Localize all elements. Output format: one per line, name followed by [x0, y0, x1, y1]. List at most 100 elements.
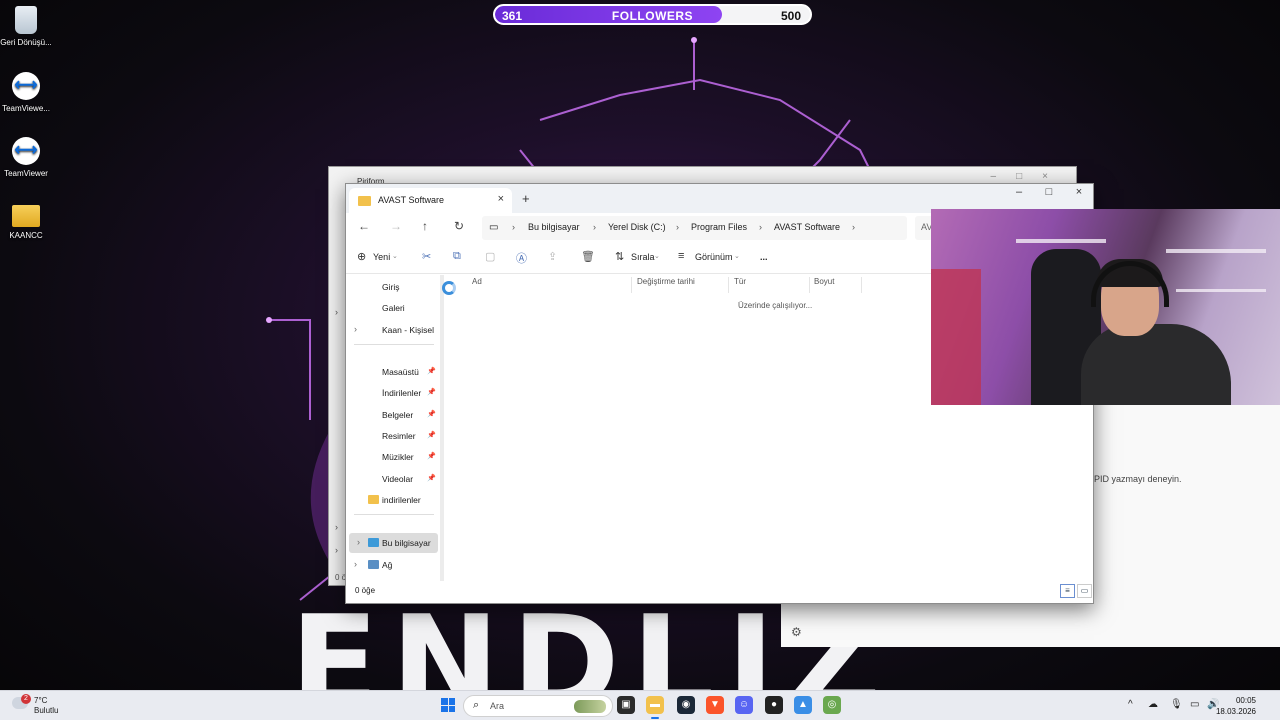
sort-button[interactable]: Sırala — [631, 252, 655, 262]
paste-icon[interactable]: ▢ — [485, 250, 495, 263]
sidebar-item-documents[interactable]: Belgeler 📌 — [346, 405, 438, 425]
clock[interactable]: 00:05 18.03.2026 — [1216, 695, 1256, 717]
close-tab-icon[interactable]: × — [498, 193, 504, 205]
chevron-up-icon[interactable]: ^ — [1128, 699, 1133, 710]
folder-icon — [368, 495, 379, 504]
followers-goal-bar: FOLLOWERS 361 500 — [493, 4, 812, 25]
cut-icon[interactable]: ✂ — [422, 250, 431, 263]
share-icon[interactable]: ⇪ — [548, 250, 557, 263]
copy-icon[interactable]: ⧉ — [453, 250, 461, 263]
chevron-right-icon: › — [335, 307, 338, 317]
desktop-icon-teamviewer-shortcut[interactable]: TeamViewe... — [0, 72, 52, 114]
chevron-right-icon: › — [852, 222, 855, 232]
back-arrow-icon[interactable]: ← — [358, 219, 370, 233]
shelf — [1176, 289, 1266, 292]
chevron-right-icon: › — [335, 545, 338, 555]
sidebar-item-pictures[interactable]: Resimler 📌 — [346, 426, 438, 446]
sidebar-item-indirilenler-folder[interactable]: indirilenler — [346, 490, 438, 510]
monitor-icon[interactable]: ▭ — [1190, 699, 1199, 710]
sidebar-item-onedrive[interactable]: › Kaan - Kişisel — [346, 320, 438, 340]
photos-icon[interactable]: ▲ — [794, 696, 812, 714]
chevron-right-icon[interactable]: › — [354, 324, 357, 334]
sidebar-item-label: İndirilenler — [382, 388, 422, 398]
more-options-button[interactable]: ... — [760, 252, 768, 262]
onedrive-cloud-icon[interactable]: ☁ — [1148, 699, 1158, 710]
tab-avast-software[interactable]: AVAST Software × — [349, 188, 512, 213]
up-arrow-icon[interactable]: ↑ — [422, 219, 428, 233]
breadcrumb-item[interactable]: AVAST Software — [774, 222, 840, 232]
details-view-button[interactable]: ≡ — [1060, 584, 1075, 598]
sidebar-item-home[interactable]: Giriş — [346, 277, 438, 297]
desktop-icon-label: TeamViewer — [4, 169, 48, 178]
tiles-view-button[interactable]: ▭ — [1077, 584, 1092, 598]
desktop-icon-label: KAANCC — [9, 231, 43, 240]
webcam-overlay — [931, 209, 1280, 405]
desktop-icon-label: TeamViewe... — [2, 104, 50, 113]
sort-icon: ⇅ — [615, 251, 625, 263]
microphone-icon[interactable]: 🎙 — [1170, 699, 1183, 710]
sidebar-item-label: Müzikler — [382, 452, 414, 462]
gear-icon[interactable]: ⚙ — [791, 625, 802, 639]
sidebar-item-network[interactable]: › Ağ — [346, 555, 438, 575]
pin-icon: 📌 — [427, 389, 436, 396]
browser-icon[interactable]: ◎ — [823, 696, 841, 714]
sidebar-item-label: Giriş — [382, 282, 400, 292]
chevron-right-icon: › — [512, 222, 515, 232]
sidebar-item-label: Galeri — [382, 303, 405, 313]
task-view-icon[interactable]: ▣ — [617, 696, 635, 714]
teamviewer-icon — [12, 72, 40, 100]
sidebar-item-music[interactable]: Müzikler 📌 — [346, 447, 438, 467]
new-tab-button[interactable]: + — [522, 191, 530, 206]
desktop-icon-kaancc[interactable]: KAANCC — [0, 202, 52, 241]
sidebar-item-this-pc[interactable]: › Bu bilgisayar — [349, 533, 438, 553]
pin-icon: 📌 — [427, 411, 436, 418]
sidebar-item-downloads[interactable]: İndirilenler 📌 — [346, 383, 438, 403]
desktop-icon-recycle-bin[interactable]: Geri Dönüşü... — [0, 6, 52, 48]
streamer-body — [1081, 324, 1231, 405]
new-button[interactable]: Yeni — [373, 252, 390, 262]
column-header-type[interactable]: Tür — [730, 277, 810, 293]
forward-arrow-icon[interactable]: → — [390, 219, 402, 233]
search-highlight-image — [574, 700, 606, 713]
steam-icon[interactable]: ◉ — [677, 696, 695, 714]
start-button[interactable] — [441, 698, 455, 712]
rename-icon[interactable]: Ⓐ — [516, 250, 527, 266]
file-explorer-taskbar-icon[interactable]: ▬ — [646, 696, 664, 714]
close-button[interactable]: × — [1064, 186, 1093, 198]
breadcrumb-item[interactable]: Yerel Disk (C:) — [608, 222, 666, 232]
brave-browser-icon[interactable]: ▼ — [706, 696, 724, 714]
chevron-down-icon: ⌄ — [392, 253, 398, 260]
sidebar-item-desktop[interactable]: Masaüstü 📌 — [346, 362, 438, 382]
sidebar-item-videos[interactable]: Videolar 📌 — [346, 469, 438, 489]
chevron-right-icon: › — [593, 222, 596, 232]
refresh-icon[interactable]: ↻ — [454, 219, 464, 233]
column-header-date[interactable]: Değiştirme tarihi — [633, 277, 729, 293]
sidebar-item-gallery[interactable]: Galeri — [346, 298, 438, 318]
window-controls[interactable]: –□× — [991, 171, 1068, 182]
followers-current: 361 — [502, 9, 523, 23]
desktop-icon-label: Geri Dönüşü... — [0, 38, 52, 47]
teamviewer-icon — [12, 137, 40, 165]
view-button[interactable]: Görünüm — [695, 252, 733, 262]
maximize-button[interactable]: □ — [1034, 186, 1064, 198]
chevron-right-icon[interactable]: › — [354, 559, 357, 569]
chevron-right-icon[interactable]: › — [357, 537, 360, 547]
time: 00:05 — [1235, 696, 1256, 705]
tab-label: AVAST Software — [378, 195, 445, 205]
taskbar-search[interactable]: ⌕ Ara — [463, 695, 613, 717]
computer-icon: ▭ — [489, 222, 499, 233]
desktop-icon-teamviewer[interactable]: TeamViewer — [0, 137, 52, 179]
address-bar[interactable]: ▭ › Bu bilgisayar › Yerel Disk (C:) › Pr… — [482, 216, 907, 240]
minimize-button[interactable]: – — [1004, 186, 1034, 198]
breadcrumb-item[interactable]: Bu bilgisayar — [528, 222, 580, 232]
status-bar: 0 öğe ≡ ▭ — [346, 579, 1093, 603]
delete-icon[interactable]: 🗑 — [581, 250, 595, 263]
column-header-name[interactable]: Ad — [468, 277, 632, 293]
discord-icon[interactable]: ☺ — [735, 696, 753, 714]
obs-icon[interactable]: ● — [765, 696, 783, 714]
column-header-size[interactable]: Boyut — [810, 277, 862, 293]
view-icon: ≡ — [678, 250, 685, 262]
breadcrumb-item[interactable]: Program Files — [691, 222, 747, 232]
pin-icon: 📌 — [427, 453, 436, 460]
sidebar-scrollbar[interactable] — [440, 275, 444, 581]
